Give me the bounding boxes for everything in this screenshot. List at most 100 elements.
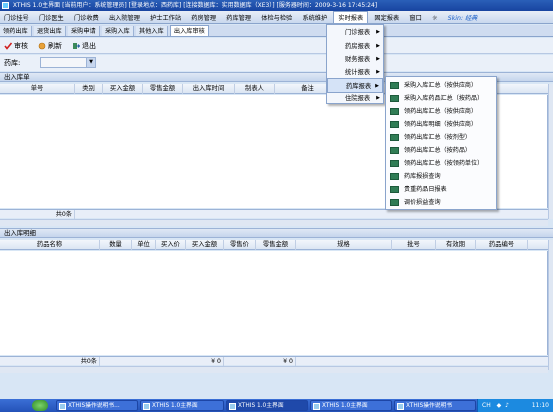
menu-exam-lab[interactable]: 体检与检验 [257, 12, 296, 23]
lower-grid-body[interactable] [0, 251, 548, 355]
col-batch[interactable]: 批号 [392, 240, 436, 250]
report-item[interactable]: 药库报损查询 [386, 170, 496, 183]
col-quantity[interactable]: 数量 [100, 240, 132, 250]
lower-footer-count: 共0条 [0, 357, 100, 366]
taskbar-item[interactable]: XTHIS操作说明书 [394, 400, 476, 411]
col-io-time[interactable]: 出入库时间 [183, 84, 235, 94]
col-buy-sum[interactable]: 买入金额 [186, 240, 224, 250]
report-item[interactable]: 调价损益查询 [386, 196, 496, 209]
lower-hscroll[interactable] [0, 366, 548, 373]
menu-outpatient-charge[interactable]: 门诊收费 [70, 12, 103, 23]
clock[interactable]: 11:10 [532, 399, 549, 412]
taskbar-item[interactable]: XTHIS 1.0主界面 [226, 400, 308, 411]
col-maker[interactable]: 制表人 [235, 84, 275, 94]
menu-fixed-reports[interactable]: 固定报表 [370, 12, 403, 23]
document-icon [397, 403, 404, 410]
upper-footer: 共0条 [0, 209, 548, 219]
col-category[interactable]: 类别 [75, 84, 103, 94]
lower-footer-buy-total: ¥ 0 [100, 357, 224, 366]
report-item[interactable]: 领药出库明细（按供应商） [386, 118, 496, 131]
taskbar-item[interactable]: XTHIS操作说明书... [56, 400, 138, 411]
upper-hscroll[interactable] [0, 219, 548, 226]
report-item[interactable]: 领药出库汇总（按供应商） [386, 105, 496, 118]
col-retail-price[interactable]: 零售价 [224, 240, 256, 250]
refresh-button[interactable]: 刷新 [37, 40, 62, 52]
tab-other-in[interactable]: 其他入库 [135, 26, 168, 36]
check-icon [4, 42, 12, 50]
menu-nurse-station[interactable]: 护士工作站 [146, 12, 185, 23]
lower-grid-header: 药品名称 数量 单位 买入价 买入金额 零售价 零售金额 规格 批号 有效期 药… [0, 240, 548, 250]
report-item[interactable]: 贵重药品日报表 [386, 183, 496, 196]
upper-vscroll[interactable] [548, 84, 553, 219]
app-icon [229, 403, 236, 410]
start-button[interactable] [32, 400, 48, 411]
chevron-down-icon[interactable]: ▼ [86, 58, 95, 67]
upper-footer-count: 共0条 [0, 210, 75, 219]
skin-icon[interactable]: ☼ [428, 12, 442, 23]
menu-system[interactable]: 系统维护 [298, 12, 331, 23]
tab-purchase-request[interactable]: 采购申请 [67, 26, 100, 36]
menu-item-outpatient-reports[interactable]: 门诊报表 ▶ [327, 25, 383, 40]
chevron-right-icon: ▶ [376, 95, 380, 101]
skin-selector[interactable]: Skin: 经典 [444, 12, 482, 23]
report-item[interactable]: 领药出库汇总（按剂型） [386, 131, 496, 144]
drugstore-reports-submenu: 采购入库汇总（按供应商） 采购入库药品汇总（按药品） 领药出库汇总（按供应商） … [385, 76, 497, 210]
col-retail-amount[interactable]: 零售金额 [143, 84, 183, 94]
col-buy-amount[interactable]: 买入金额 [103, 84, 143, 94]
toolbar: 审核 刷新 退出 [0, 38, 553, 54]
report-icon [390, 108, 399, 115]
menu-drug-store[interactable]: 药库管理 [222, 12, 255, 23]
volume-icon[interactable]: ♪ [505, 402, 509, 409]
tab-purchase-in[interactable]: 采购入库 [101, 26, 134, 36]
tab-audit[interactable]: 出入库审核 [169, 25, 209, 36]
col-order-no[interactable]: 单号 [0, 84, 75, 94]
lower-footer-retail-total: ¥ 0 [224, 357, 296, 366]
taskbar: XTHIS操作说明书... XTHIS 1.0主界面 XTHIS 1.0主界面 … [0, 399, 553, 412]
col-spec[interactable]: 规格 [296, 240, 392, 250]
report-item[interactable]: 领药出库汇总（按药品） [386, 144, 496, 157]
menu-realtime-reports[interactable]: 实时报表 [333, 11, 369, 23]
network-icon[interactable]: ◆ [497, 402, 502, 409]
report-icon [390, 173, 399, 180]
system-tray: CH ◆ ♪ 11:10 [477, 399, 553, 412]
filter-row: 药库: ▼ [0, 55, 553, 71]
tab-drug-out[interactable]: 领药出库 [0, 26, 32, 36]
report-item[interactable]: 采购入库汇总（按供应商） [386, 79, 496, 92]
refresh-icon [38, 42, 46, 50]
exit-button[interactable]: 退出 [71, 40, 96, 52]
col-expiry[interactable]: 有效期 [436, 240, 476, 250]
window-title: XTHIS 1.0主界面 [12, 2, 61, 9]
audit-button[interactable]: 审核 [3, 40, 28, 52]
report-item[interactable]: 领药出库汇总（按领药单位） [386, 157, 496, 170]
menu-outpatient-doctor[interactable]: 门诊医生 [35, 12, 68, 23]
status-area [0, 374, 553, 399]
col-drug-code[interactable]: 药品编号 [476, 240, 528, 250]
report-icon [390, 95, 399, 102]
col-drug-name[interactable]: 药品名称 [0, 240, 100, 250]
tab-return-out[interactable]: 退货出库 [33, 26, 66, 36]
app-icon [143, 403, 150, 410]
col-buy-price[interactable]: 买入价 [156, 240, 186, 250]
col-retail-sum[interactable]: 零售金额 [256, 240, 296, 250]
language-indicator[interactable]: CH [482, 402, 491, 409]
menu-bar: 门诊挂号 门诊医生 门诊收费 出入院管理 护士工作站 药房管理 药库管理 体检与… [0, 11, 553, 24]
menu-window[interactable]: 窗口 [405, 12, 425, 23]
report-icon [390, 134, 399, 141]
menu-admission[interactable]: 出入院管理 [105, 12, 144, 23]
taskbar-item[interactable]: XTHIS 1.0主界面 [140, 400, 224, 411]
col-unit[interactable]: 单位 [132, 240, 156, 250]
report-icon [390, 186, 399, 193]
app-icon [313, 403, 320, 410]
menu-outpatient-register[interactable]: 门诊挂号 [0, 12, 33, 23]
lower-vscroll[interactable] [548, 240, 553, 370]
tab-bar: 领药出库 退货出库 采购申请 采购入库 其他入库 出入库审核 [0, 25, 553, 37]
menu-pharmacy[interactable]: 药房管理 [187, 12, 220, 23]
refresh-button-label: 刷新 [48, 42, 62, 50]
taskbar-item[interactable]: XTHIS 1.0主界面 [310, 400, 392, 411]
report-item[interactable]: 采购入库药品汇总（按药品） [386, 92, 496, 105]
drug-store-select[interactable]: ▼ [40, 57, 96, 68]
app-icon [2, 2, 9, 9]
exit-icon [73, 43, 80, 49]
menu-item-inpatient-reports[interactable]: 住院报表 ▶ [327, 91, 383, 106]
report-icon [390, 82, 399, 89]
